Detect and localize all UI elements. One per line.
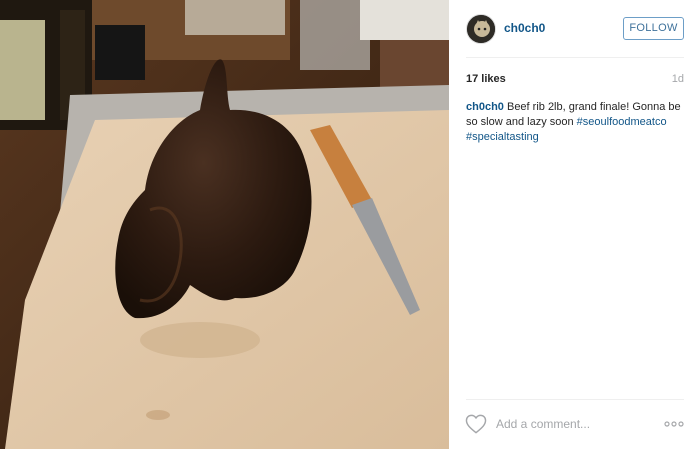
avatar[interactable]	[466, 14, 496, 44]
hashtag-specialtasting[interactable]: #specialtasting	[466, 131, 539, 143]
instagram-post: ch0ch0 FOLLOW 17 likes 1d ch0ch0 Beef ri…	[0, 0, 700, 449]
more-options-icon[interactable]	[663, 414, 685, 434]
caption-username[interactable]: ch0ch0	[466, 101, 504, 113]
post-age[interactable]: 1d	[672, 73, 684, 85]
beef-rib-photo	[0, 0, 449, 449]
post-footer	[449, 400, 700, 449]
post-details-panel: ch0ch0 FOLLOW 17 likes 1d ch0ch0 Beef ri…	[449, 0, 700, 449]
avatar-image-icon	[467, 15, 495, 43]
post-username[interactable]: ch0ch0	[504, 21, 545, 35]
header-divider	[466, 57, 684, 58]
post-header: ch0ch0 FOLLOW	[449, 0, 700, 58]
post-photo[interactable]	[0, 0, 449, 449]
follow-button[interactable]: FOLLOW	[623, 17, 684, 40]
heart-icon[interactable]	[465, 414, 487, 434]
likes-count[interactable]: 17 likes	[466, 73, 506, 85]
comment-input[interactable]	[496, 416, 646, 432]
post-caption: ch0ch0 Beef rib 2lb, grand finale! Gonna…	[466, 100, 681, 145]
hashtag-seoulfoodmeatco[interactable]: #seoulfoodmeatco	[577, 116, 667, 128]
